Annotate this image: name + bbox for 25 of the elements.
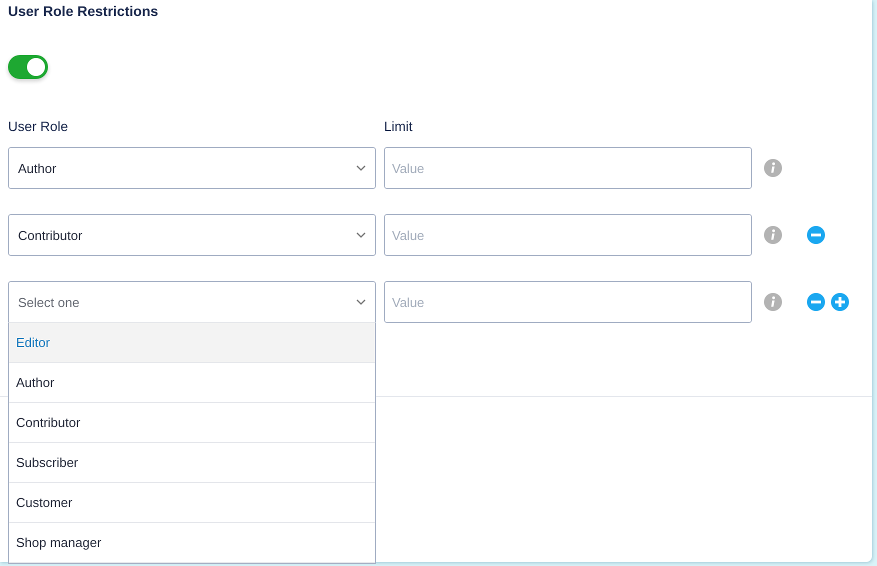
limit-field[interactable]: Value — [384, 214, 752, 256]
section-title: User Role Restrictions — [8, 2, 158, 20]
chevron-down-icon — [356, 232, 366, 238]
dropdown-option[interactable]: Contributor — [9, 403, 375, 443]
role-select[interactable]: Author — [8, 147, 376, 189]
remove-icon[interactable] — [807, 226, 825, 244]
column-label: Limit — [384, 119, 414, 135]
role-select[interactable]: Contributor — [8, 214, 376, 256]
column-label: User Role — [8, 119, 70, 135]
add-icon[interactable] — [831, 293, 849, 311]
info-icon[interactable] — [764, 159, 782, 177]
info-icon[interactable] — [764, 293, 782, 311]
chevron-down-icon — [356, 165, 366, 171]
role-select[interactable]: Select one — [8, 281, 376, 323]
remove-icon[interactable] — [807, 293, 825, 311]
chevron-down-icon — [356, 299, 366, 305]
dropdown-option[interactable]: Customer — [9, 483, 375, 523]
dropdown-option[interactable]: Shop manager — [9, 523, 375, 563]
limit-field[interactable]: Value — [384, 147, 752, 189]
dropdown-option[interactable]: Author — [9, 363, 375, 403]
limit-field[interactable]: Value — [384, 281, 752, 323]
dropdown-option[interactable]: Editor — [9, 323, 375, 363]
toggle-switch[interactable] — [8, 55, 48, 79]
info-icon[interactable] — [764, 226, 782, 244]
dropdown-option[interactable]: Subscriber — [9, 443, 375, 483]
